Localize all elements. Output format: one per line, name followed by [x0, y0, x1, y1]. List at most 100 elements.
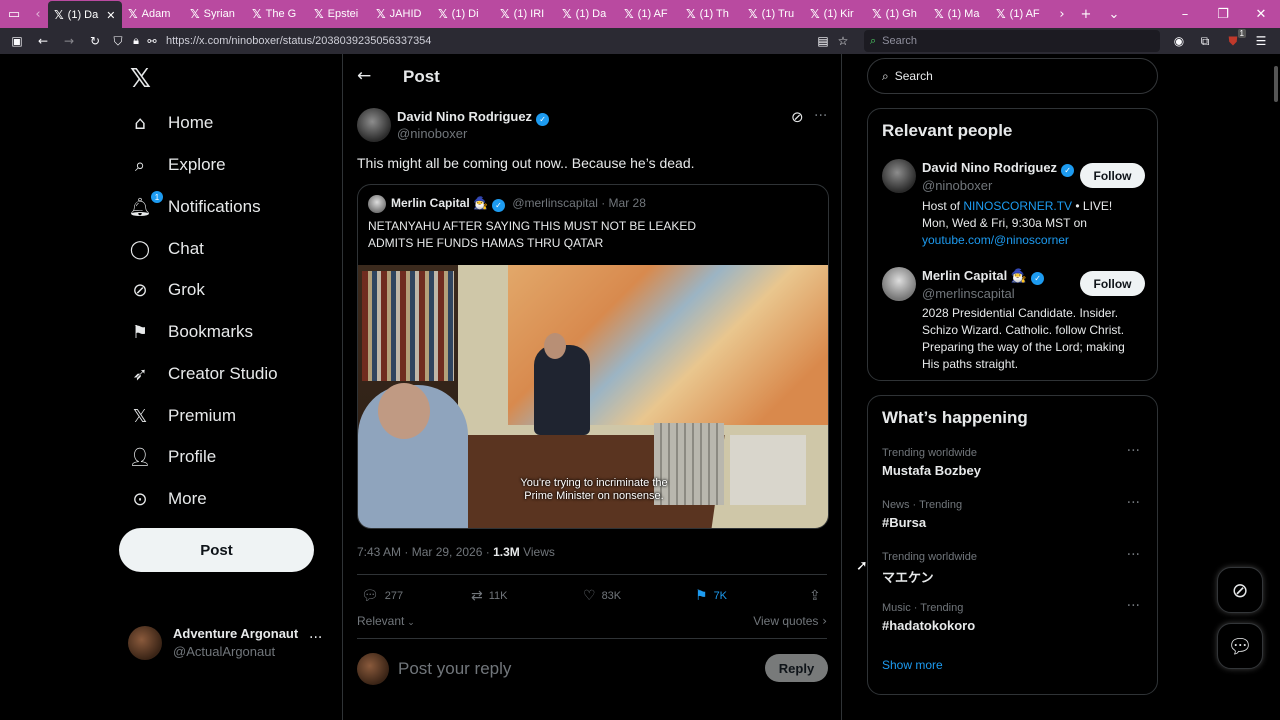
- video-media[interactable]: You're trying to incriminate the Prime M…: [358, 265, 828, 528]
- repost-action[interactable]: ⇄ 11K: [471, 588, 508, 604]
- reply-input[interactable]: Post your reply: [398, 659, 511, 679]
- reply-action[interactable]: 💬︎ 277: [361, 588, 403, 604]
- browser-tab[interactable]: 𝕏 The G: [246, 0, 308, 28]
- like-action[interactable]: ♡ 83K: [583, 588, 621, 604]
- browser-search-input[interactable]: ⌕ Search: [864, 30, 1160, 52]
- repost-count: 11K: [488, 590, 508, 602]
- browser-tab[interactable]: 𝕏 (1) AF: [618, 0, 680, 28]
- browser-tab[interactable]: 𝕏 Syrian: [184, 0, 246, 28]
- more-dots-icon[interactable]: ···: [1127, 547, 1140, 563]
- dot-separator: ·: [601, 196, 609, 210]
- restore-window-icon[interactable]: ❐: [1204, 0, 1242, 28]
- minimize-window-icon[interactable]: –: [1166, 0, 1204, 28]
- post-button[interactable]: Post: [119, 528, 314, 572]
- avatar[interactable]: [882, 159, 916, 193]
- permissions-icon[interactable]: ⚯: [144, 28, 160, 54]
- scroll-tabs-right-icon[interactable]: ›: [1052, 0, 1072, 28]
- browser-tab[interactable]: 𝕏 (1) Ma: [928, 0, 990, 28]
- person-name[interactable]: Merlin Capital 🧙‍♂️ ✓: [922, 268, 1045, 285]
- view-quotes-link[interactable]: View quotes ›: [753, 614, 827, 628]
- account-icon[interactable]: ◉: [1166, 28, 1192, 54]
- nav-more[interactable]: ⊙ More: [128, 479, 206, 519]
- person-name[interactable]: David Nino Rodriguez ✓: [922, 160, 1075, 177]
- nav-grok[interactable]: ⊘ Grok: [128, 270, 204, 310]
- nav-explore[interactable]: ⌕ Explore: [128, 145, 226, 185]
- browser-tab[interactable]: 𝕏 (1) Kir: [804, 0, 866, 28]
- post-author-handle[interactable]: @ninoboxer: [397, 126, 467, 141]
- trend-item[interactable]: Trending worldwide Mustafa Bozbey ···: [882, 443, 1148, 478]
- show-more-link[interactable]: Show more: [882, 658, 943, 672]
- bookmark-star-icon[interactable]: ☆: [830, 28, 856, 54]
- quoted-author-handle: @merlinscapital: [512, 196, 598, 210]
- grok-floating-button[interactable]: ⊘: [1217, 567, 1263, 613]
- post-author-name[interactable]: David Nino Rodriguez ✓: [397, 109, 550, 126]
- more-dots-icon[interactable]: ···: [1127, 443, 1140, 459]
- chat-floating-button[interactable]: 💬︎: [1217, 623, 1263, 669]
- new-tab-icon[interactable]: +: [1072, 0, 1100, 28]
- reload-icon[interactable]: ↻: [82, 28, 108, 54]
- tab-list-icon[interactable]: ⌄: [1100, 0, 1128, 28]
- more-dots-icon[interactable]: ···: [814, 108, 827, 124]
- nav-profile[interactable]: 👤︎ Profile: [128, 437, 217, 477]
- trend-item[interactable]: Music · Trending #hadatokokoro ···: [882, 598, 1148, 633]
- follow-button[interactable]: Follow: [1080, 271, 1145, 296]
- trend-item[interactable]: Trending worldwide マエケン ···: [882, 547, 1148, 586]
- browser-tab[interactable]: 𝕏 (1) Da: [556, 0, 618, 28]
- address-bar-url[interactable]: https://x.com/ninoboxer/status/203803923…: [166, 35, 431, 47]
- back-arrow-icon[interactable]: ←: [357, 66, 371, 86]
- reply-button[interactable]: Reply: [765, 654, 828, 682]
- browser-tab[interactable]: 𝕏 (1) Th: [680, 0, 742, 28]
- x-favicon-icon: 𝕏: [190, 7, 200, 21]
- trend-item[interactable]: News · Trending #Bursa ···: [882, 495, 1148, 530]
- more-dots-icon[interactable]: ···: [1127, 495, 1140, 511]
- browser-tab[interactable]: 𝕏 (1) Gh: [866, 0, 928, 28]
- reply-sort-dropdown[interactable]: Relevant ⌄: [357, 614, 415, 628]
- nav-bookmarks[interactable]: ⚑ Bookmarks: [128, 312, 253, 352]
- browser-tab[interactable]: 𝕏 Adam: [122, 0, 184, 28]
- sidebar-toggle-icon[interactable]: ▣: [4, 28, 30, 54]
- bookmark-action[interactable]: ⚑ 7K: [695, 588, 727, 604]
- browser-tab[interactable]: 𝕏 Epstei: [308, 0, 370, 28]
- browser-tab[interactable]: 𝕏 (1) Di: [432, 0, 494, 28]
- x-logo-icon: 𝕏: [132, 405, 148, 427]
- browser-tab[interactable]: 𝕏 (1) IRI: [494, 0, 556, 28]
- nav-premium[interactable]: 𝕏 Premium: [128, 396, 236, 436]
- x-favicon-icon: 𝕏: [748, 7, 758, 21]
- scroll-tabs-left-icon[interactable]: ‹: [28, 0, 48, 28]
- x-logo-icon[interactable]: 𝕏: [130, 64, 151, 94]
- nav-creator-studio[interactable]: ➶ Creator Studio: [128, 354, 277, 394]
- page-scrollbar[interactable]: [1274, 66, 1278, 102]
- browser-tab[interactable]: 𝕏 (1) Tru: [742, 0, 804, 28]
- grok-icon[interactable]: ⊘: [791, 108, 804, 126]
- shield-icon[interactable]: ⛉: [108, 28, 128, 54]
- tab-title: Epstei: [327, 8, 359, 20]
- account-switcher[interactable]: Adventure Argonaut @ActualArgonaut ···: [128, 624, 328, 660]
- extensions-icon[interactable]: ⧉: [1192, 28, 1218, 54]
- back-arrow-icon[interactable]: ←: [30, 28, 56, 54]
- close-tab-icon[interactable]: ✕: [106, 9, 115, 22]
- browser-tab-active[interactable]: 𝕏 (1) Da ✕: [48, 1, 122, 29]
- browser-tab[interactable]: 𝕏 JAHID: [370, 0, 432, 28]
- nav-chat[interactable]: ◯ Chat: [128, 229, 204, 269]
- avatar[interactable]: [882, 267, 916, 301]
- bio-link[interactable]: NINOSCORNER.TV: [963, 199, 1072, 213]
- forward-arrow-icon[interactable]: →: [56, 28, 82, 54]
- bio-link[interactable]: youtube.com/@ninoscorner: [922, 233, 1069, 247]
- nav-home[interactable]: ⌂ Home: [128, 103, 213, 143]
- close-window-icon[interactable]: ✕: [1242, 0, 1280, 28]
- tab-overview-icon[interactable]: ▭: [0, 0, 28, 28]
- nav-notifications[interactable]: 🔔︎ 1 Notifications: [128, 187, 261, 227]
- more-dots-icon[interactable]: ···: [309, 630, 322, 646]
- main-column: ← Post David Nino Rodriguez ✓ @ninoboxer …: [342, 54, 842, 720]
- quoted-post[interactable]: Merlin Capital 🧙‍♂️ ✓ @merlinscapital · M…: [357, 184, 829, 529]
- app-menu-icon[interactable]: ☰: [1248, 28, 1274, 54]
- ublock-icon[interactable]: ⛊ 1: [1220, 28, 1246, 54]
- share-action[interactable]: ⇪: [809, 588, 827, 604]
- browser-tab[interactable]: 𝕏 (1) AF: [990, 0, 1052, 28]
- more-dots-icon[interactable]: ···: [1127, 598, 1140, 614]
- follow-button[interactable]: Follow: [1080, 163, 1145, 188]
- avatar[interactable]: [357, 108, 391, 142]
- search-input[interactable]: ⌕ Search: [867, 58, 1158, 94]
- x-page: 𝕏 ⌂ Home ⌕ Explore 🔔︎ 1 Notifications ◯ …: [0, 54, 1280, 720]
- post-timestamp[interactable]: 7:43 AM · Mar 29, 2026 ·: [357, 545, 493, 559]
